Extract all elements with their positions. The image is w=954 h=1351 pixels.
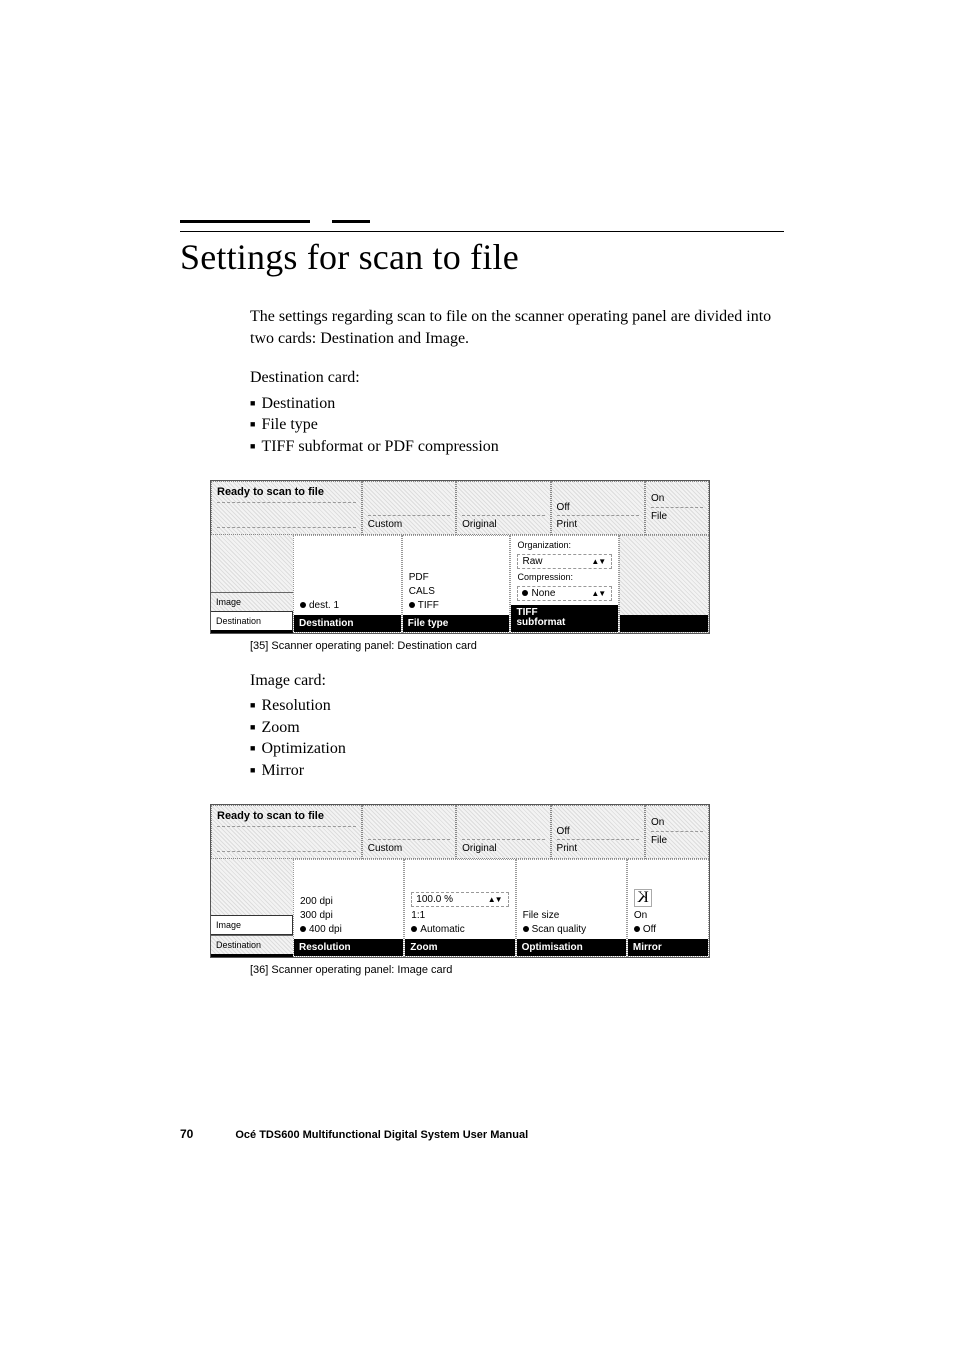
col-footer-zoom: Zoom <box>405 939 514 956</box>
figure-caption-35: [35] Scanner operating panel: Destinatio… <box>250 640 784 652</box>
col-footer-destination: Destination <box>294 615 401 632</box>
destination-card-list: Destination File type TIFF subformat or … <box>250 393 784 458</box>
input-compression[interactable]: None▲▼ <box>517 586 612 601</box>
list-item: Destination <box>250 393 784 415</box>
option-automatic[interactable]: Automatic <box>420 924 464 935</box>
list-item: TIFF subformat or PDF compression <box>250 436 784 458</box>
col-tiff-subformat: Organization: Raw▲▼ Compression: None▲▼ … <box>510 535 619 633</box>
col-footer-optimisation: Optimisation <box>517 939 626 956</box>
option-mirror-on[interactable]: On <box>634 910 647 921</box>
col-mirror: K On Off Mirror <box>627 859 709 957</box>
option-200dpi[interactable]: 200 dpi <box>300 896 333 907</box>
panel-tabs: Image Destination <box>211 535 293 633</box>
tab-destination[interactable]: Destination <box>211 611 293 633</box>
label-on: On <box>651 817 703 828</box>
image-card-list: Resolution Zoom Optimization Mirror <box>250 695 784 781</box>
col-footer-resolution: Resolution <box>294 939 403 956</box>
tab-image[interactable]: Image <box>211 915 293 935</box>
panel-top-custom: Custom <box>362 481 456 535</box>
heading-rule-1 <box>180 220 310 223</box>
list-item: Resolution <box>250 695 784 717</box>
col-footer-mirror: Mirror <box>628 939 708 956</box>
col-filetype: PDF CALS TIFF File type <box>402 535 511 633</box>
radio-icon <box>634 926 640 932</box>
label-custom: Custom <box>368 519 450 530</box>
figure-image-card: Ready to scan to file Custom Original Of… <box>210 804 784 958</box>
label-file: File <box>651 511 703 522</box>
panel-top-offprint: Off Print <box>551 481 645 535</box>
figure-destination-card: Ready to scan to file Custom Original Of… <box>210 480 784 634</box>
doc-title: Océ TDS600 Multifunctional Digital Syste… <box>235 1129 528 1141</box>
option-1to1[interactable]: 1:1 <box>411 910 425 921</box>
spinner-icon: ▲▼ <box>488 895 502 904</box>
tab-destination[interactable]: Destination <box>211 935 293 957</box>
col-empty <box>619 535 709 633</box>
panel-top-onfile: On File <box>645 481 709 535</box>
label-off: Off <box>557 826 639 837</box>
heading-rule-2 <box>332 220 370 223</box>
panel-status-text: Ready to scan to file <box>217 486 356 498</box>
spinner-icon: ▲▼ <box>591 589 605 598</box>
panel-top-original: Original <box>456 481 550 535</box>
col-footer-empty <box>620 615 708 632</box>
col-resolution: 200 dpi 300 dpi 400 dpi Resolution <box>293 859 404 957</box>
panel-status-cell: Ready to scan to file <box>211 481 362 535</box>
option-dest1[interactable]: dest. 1 <box>309 600 339 611</box>
option-cals[interactable]: CALS <box>409 586 435 597</box>
label-on: On <box>651 493 703 504</box>
list-item: File type <box>250 414 784 436</box>
option-400dpi[interactable]: 400 dpi <box>309 924 342 935</box>
option-pdf[interactable]: PDF <box>409 572 429 583</box>
label-print: Print <box>557 519 639 530</box>
option-300dpi[interactable]: 300 dpi <box>300 910 333 921</box>
option-filesize[interactable]: File size <box>523 910 560 921</box>
radio-icon <box>522 590 528 596</box>
col-footer-filetype: File type <box>403 615 510 632</box>
page-number: 70 <box>180 1127 193 1141</box>
radio-icon <box>300 926 306 932</box>
col-zoom: 100.0 %▲▼ 1:1 Automatic Zoom <box>404 859 515 957</box>
radio-icon <box>523 926 529 932</box>
radio-icon <box>411 926 417 932</box>
figure-caption-36: [36] Scanner operating panel: Image card <box>250 964 784 976</box>
panel-status-cell: Ready to scan to file <box>211 805 362 859</box>
label-print: Print <box>557 843 639 854</box>
image-card-title: Image card: <box>250 670 784 692</box>
input-zoom[interactable]: 100.0 %▲▼ <box>411 892 508 907</box>
list-item: Optimization <box>250 738 784 760</box>
destination-card-title: Destination card: <box>250 367 784 389</box>
option-mirror-off[interactable]: Off <box>643 924 656 935</box>
col-footer-tiff-subformat: TIFFsubformat <box>511 605 618 632</box>
col-destination: dest. 1 Destination <box>293 535 402 633</box>
list-item: Zoom <box>250 717 784 739</box>
input-organization[interactable]: Raw▲▼ <box>517 554 612 569</box>
tab-image[interactable]: Image <box>211 592 293 611</box>
radio-icon <box>409 602 415 608</box>
page-footer: 70 Océ TDS600 Multifunctional Digital Sy… <box>180 1127 528 1141</box>
option-tiff[interactable]: TIFF <box>418 600 439 611</box>
label-original: Original <box>462 843 544 854</box>
label-original: Original <box>462 519 544 530</box>
label-custom: Custom <box>368 843 450 854</box>
page-heading: Settings for scan to file <box>180 231 784 278</box>
label-organization: Organization: <box>517 540 612 550</box>
radio-icon <box>300 602 306 608</box>
option-scanquality[interactable]: Scan quality <box>532 924 586 935</box>
panel-status-text: Ready to scan to file <box>217 810 356 822</box>
label-file: File <box>651 835 703 846</box>
panel-tabs: Image Destination <box>211 859 293 957</box>
intro-paragraph: The settings regarding scan to file on t… <box>250 306 784 349</box>
list-item: Mirror <box>250 760 784 782</box>
spinner-icon: ▲▼ <box>591 557 605 566</box>
label-compression: Compression: <box>517 572 612 582</box>
label-off: Off <box>557 502 639 513</box>
col-optimisation: File size Scan quality Optimisation <box>516 859 627 957</box>
mirror-k-icon: K <box>634 889 652 907</box>
